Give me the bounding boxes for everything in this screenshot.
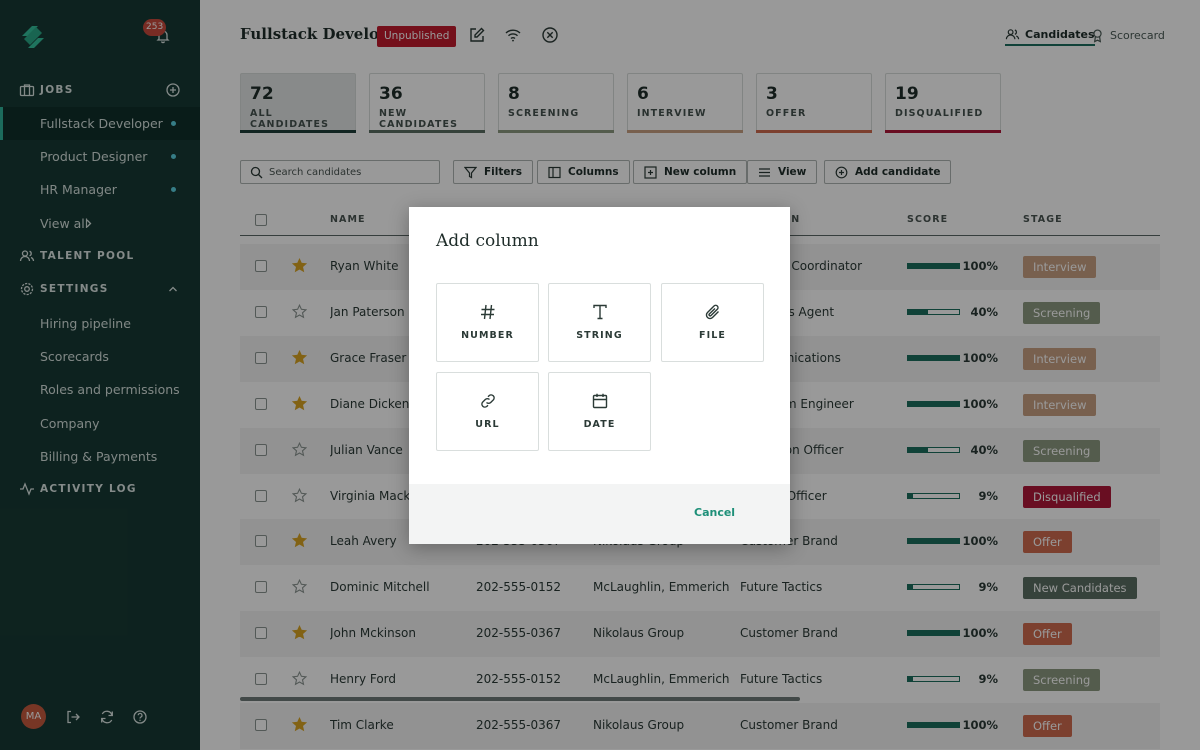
link-icon — [481, 394, 495, 408]
column-type-label: DATE — [583, 419, 616, 430]
hash-icon — [481, 304, 495, 320]
column-type-label: FILE — [699, 330, 726, 341]
column-type-date[interactable]: DATE — [548, 372, 651, 451]
paperclip-icon — [705, 304, 719, 320]
type-icon — [593, 304, 607, 320]
add-column-dialog: Add column NUMBER STRING FILE URL DATE C… — [409, 207, 790, 544]
column-type-label: STRING — [576, 330, 623, 341]
column-type-number[interactable]: NUMBER — [436, 283, 539, 362]
column-type-label: NUMBER — [461, 330, 514, 341]
column-type-label: URL — [475, 419, 500, 430]
calendar-icon — [592, 393, 608, 409]
column-type-url[interactable]: URL — [436, 372, 539, 451]
column-type-string[interactable]: STRING — [548, 283, 651, 362]
dialog-footer: Cancel — [409, 484, 790, 544]
dialog-title: Add column — [436, 231, 539, 251]
cancel-button[interactable]: Cancel — [694, 506, 735, 519]
column-type-file[interactable]: FILE — [661, 283, 764, 362]
